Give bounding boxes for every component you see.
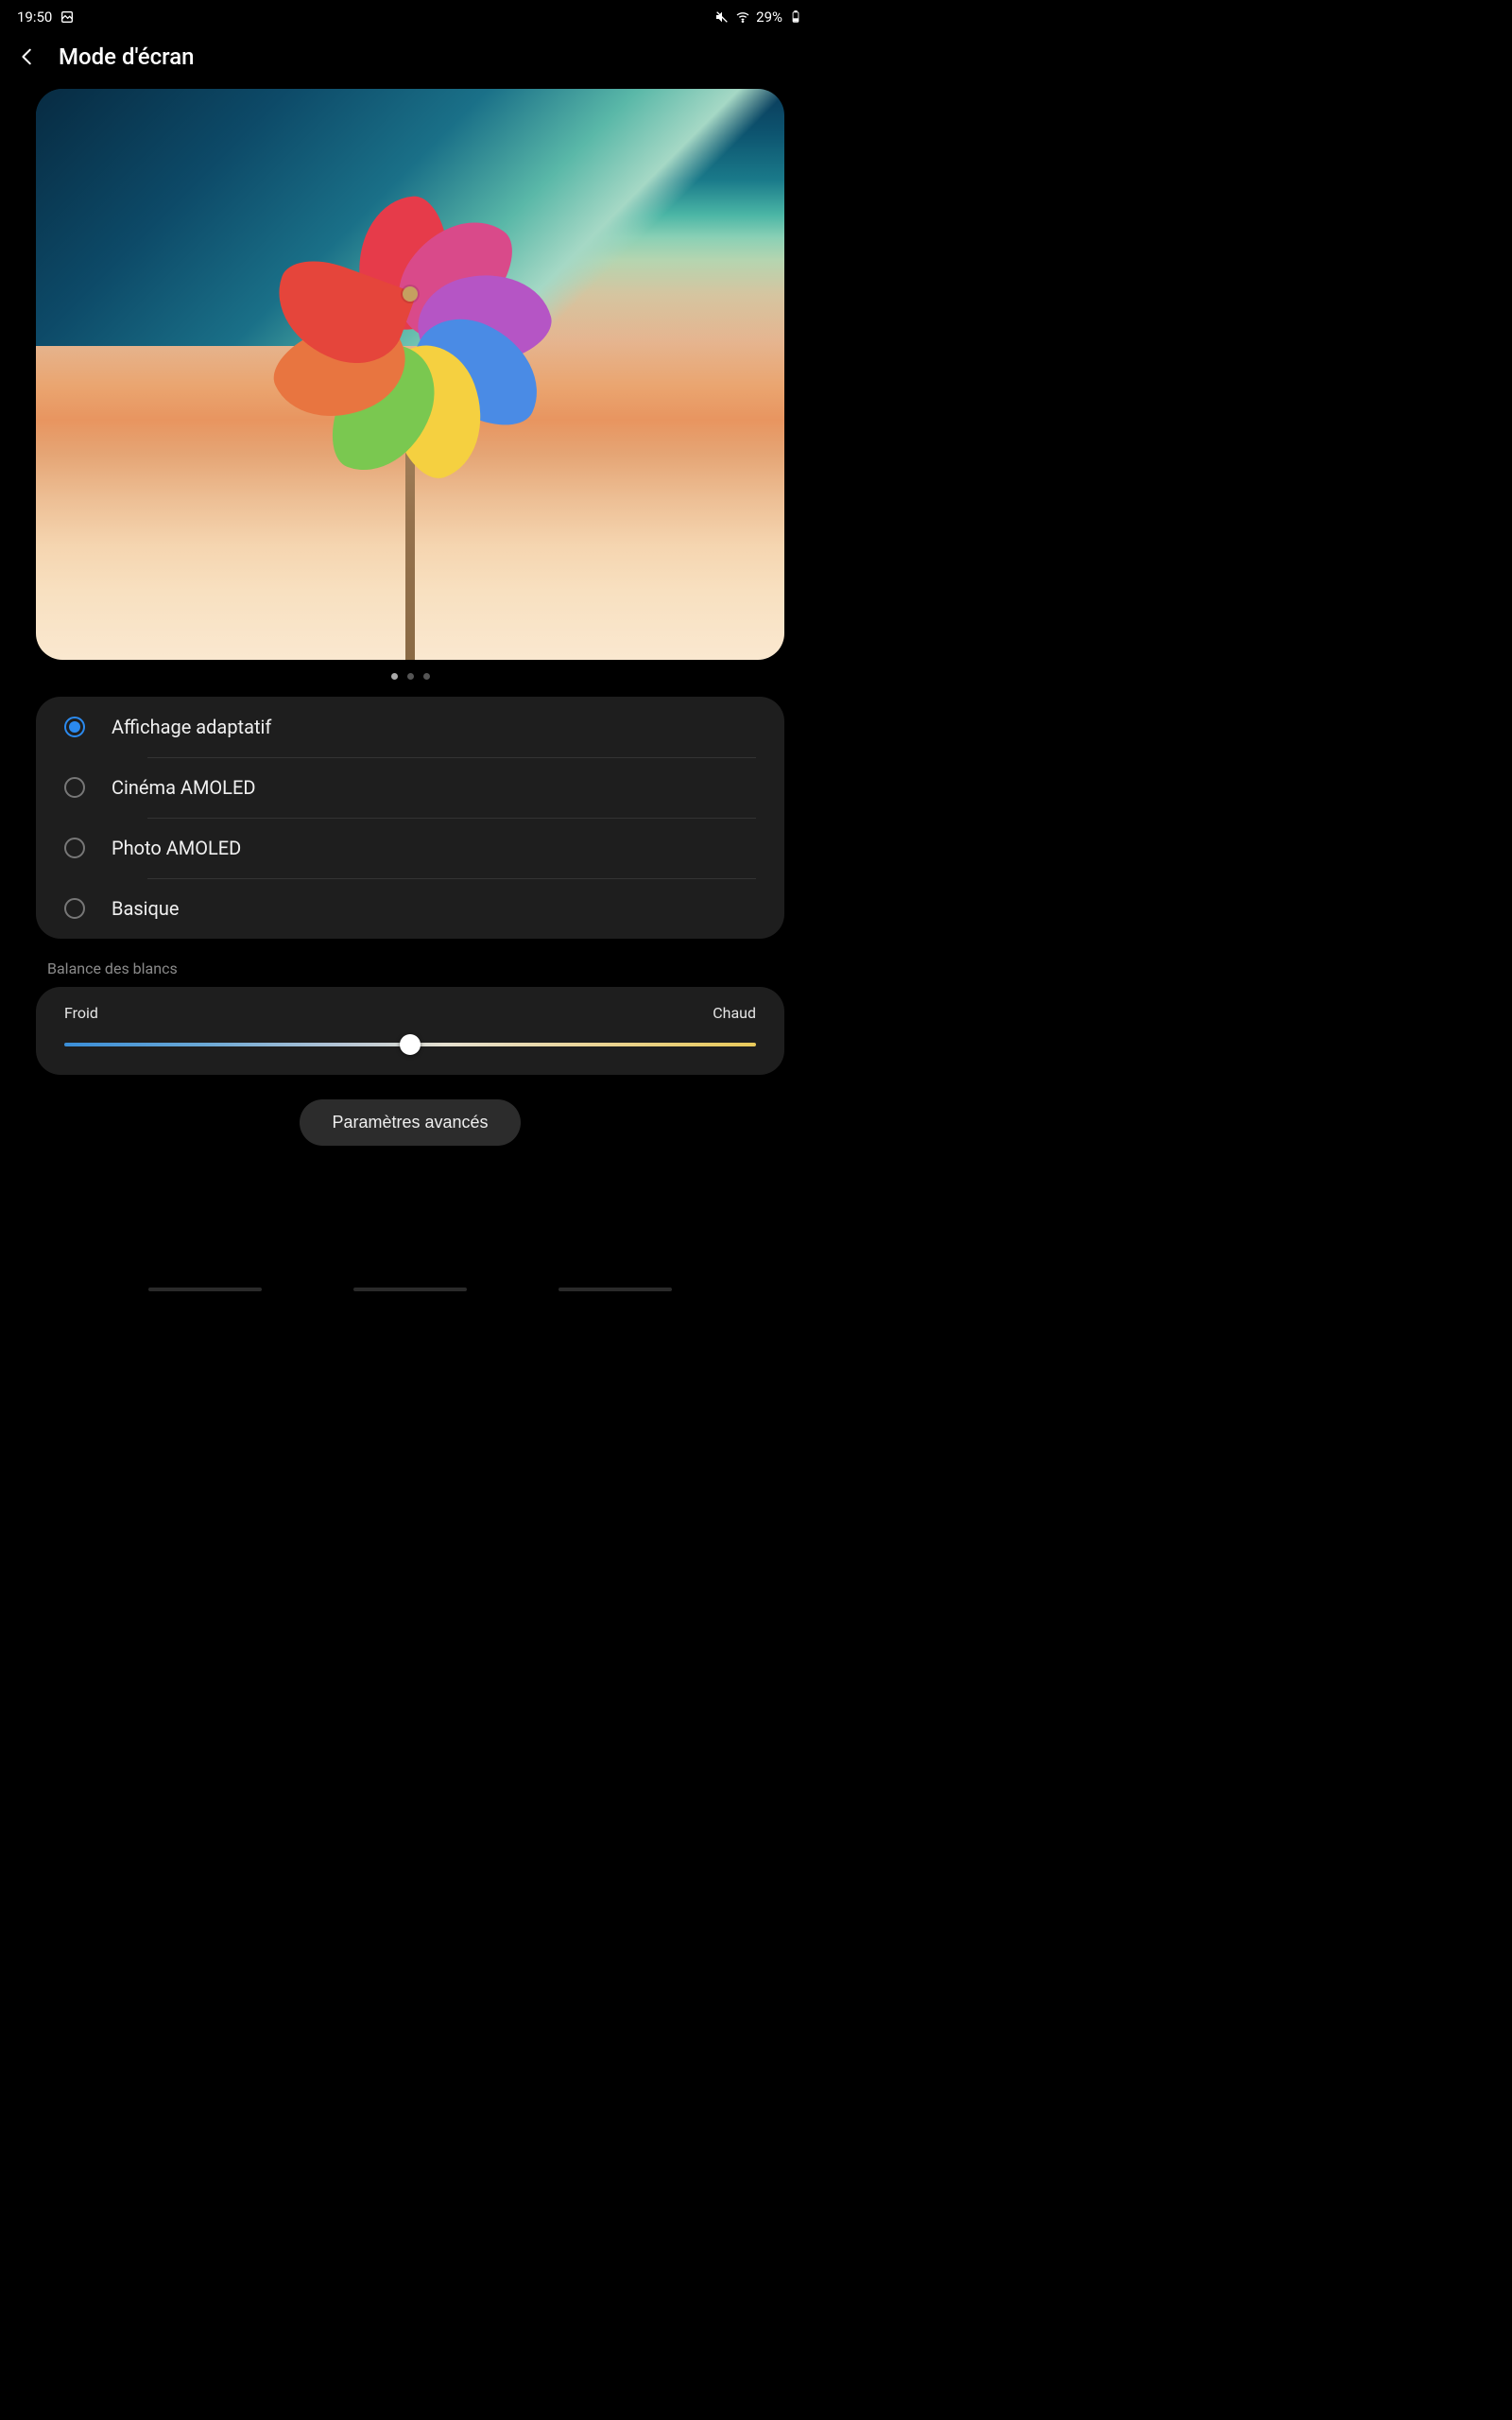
status-time: 19:50 — [17, 9, 52, 26]
mode-option-adaptive[interactable]: Affichage adaptatif — [36, 697, 784, 757]
status-bar: 19:50 29% — [0, 0, 820, 30]
pager-dot[interactable] — [407, 673, 414, 680]
wifi-icon — [735, 9, 750, 25]
mute-icon — [714, 9, 730, 25]
pager-dot[interactable] — [423, 673, 430, 680]
nav-back[interactable] — [558, 1288, 672, 1291]
mode-option-cinema[interactable]: Cinéma AMOLED — [36, 757, 784, 818]
slider-thumb[interactable] — [400, 1034, 421, 1055]
wb-min-label: Froid — [64, 1004, 98, 1022]
page-title: Mode d'écran — [59, 43, 195, 70]
white-balance-panel: Froid Chaud — [36, 987, 784, 1075]
mode-option-label: Photo AMOLED — [112, 837, 241, 859]
nav-recents[interactable] — [148, 1288, 262, 1291]
mode-option-label: Basique — [112, 897, 180, 920]
preview-image[interactable] — [36, 89, 784, 660]
radio-icon — [64, 717, 85, 737]
pinwheel-graphic — [240, 124, 580, 464]
mode-option-label: Cinéma AMOLED — [112, 776, 255, 799]
screen-mode-options: Affichage adaptatif Cinéma AMOLED Photo AM… — [36, 697, 784, 939]
radio-icon — [64, 777, 85, 798]
header: Mode d'écran — [0, 30, 820, 89]
battery-percent: 29% — [756, 9, 782, 26]
mode-option-label: Affichage adaptatif — [112, 716, 271, 738]
battery-icon — [788, 9, 803, 25]
nav-home[interactable] — [353, 1288, 467, 1291]
screenshot-icon — [60, 9, 75, 25]
radio-icon — [64, 838, 85, 858]
mode-option-basic[interactable]: Basique — [36, 878, 784, 939]
radio-icon — [64, 898, 85, 919]
mode-option-photo[interactable]: Photo AMOLED — [36, 818, 784, 878]
advanced-settings-button[interactable]: Paramètres avancés — [300, 1099, 520, 1146]
navigation-bar — [0, 1273, 820, 1313]
pager-dot[interactable] — [391, 673, 398, 680]
back-button[interactable] — [17, 46, 38, 67]
white-balance-label: Balance des blancs — [47, 959, 773, 977]
white-balance-slider[interactable] — [64, 1035, 756, 1054]
pager-dots — [0, 660, 820, 697]
wb-max-label: Chaud — [713, 1004, 756, 1022]
